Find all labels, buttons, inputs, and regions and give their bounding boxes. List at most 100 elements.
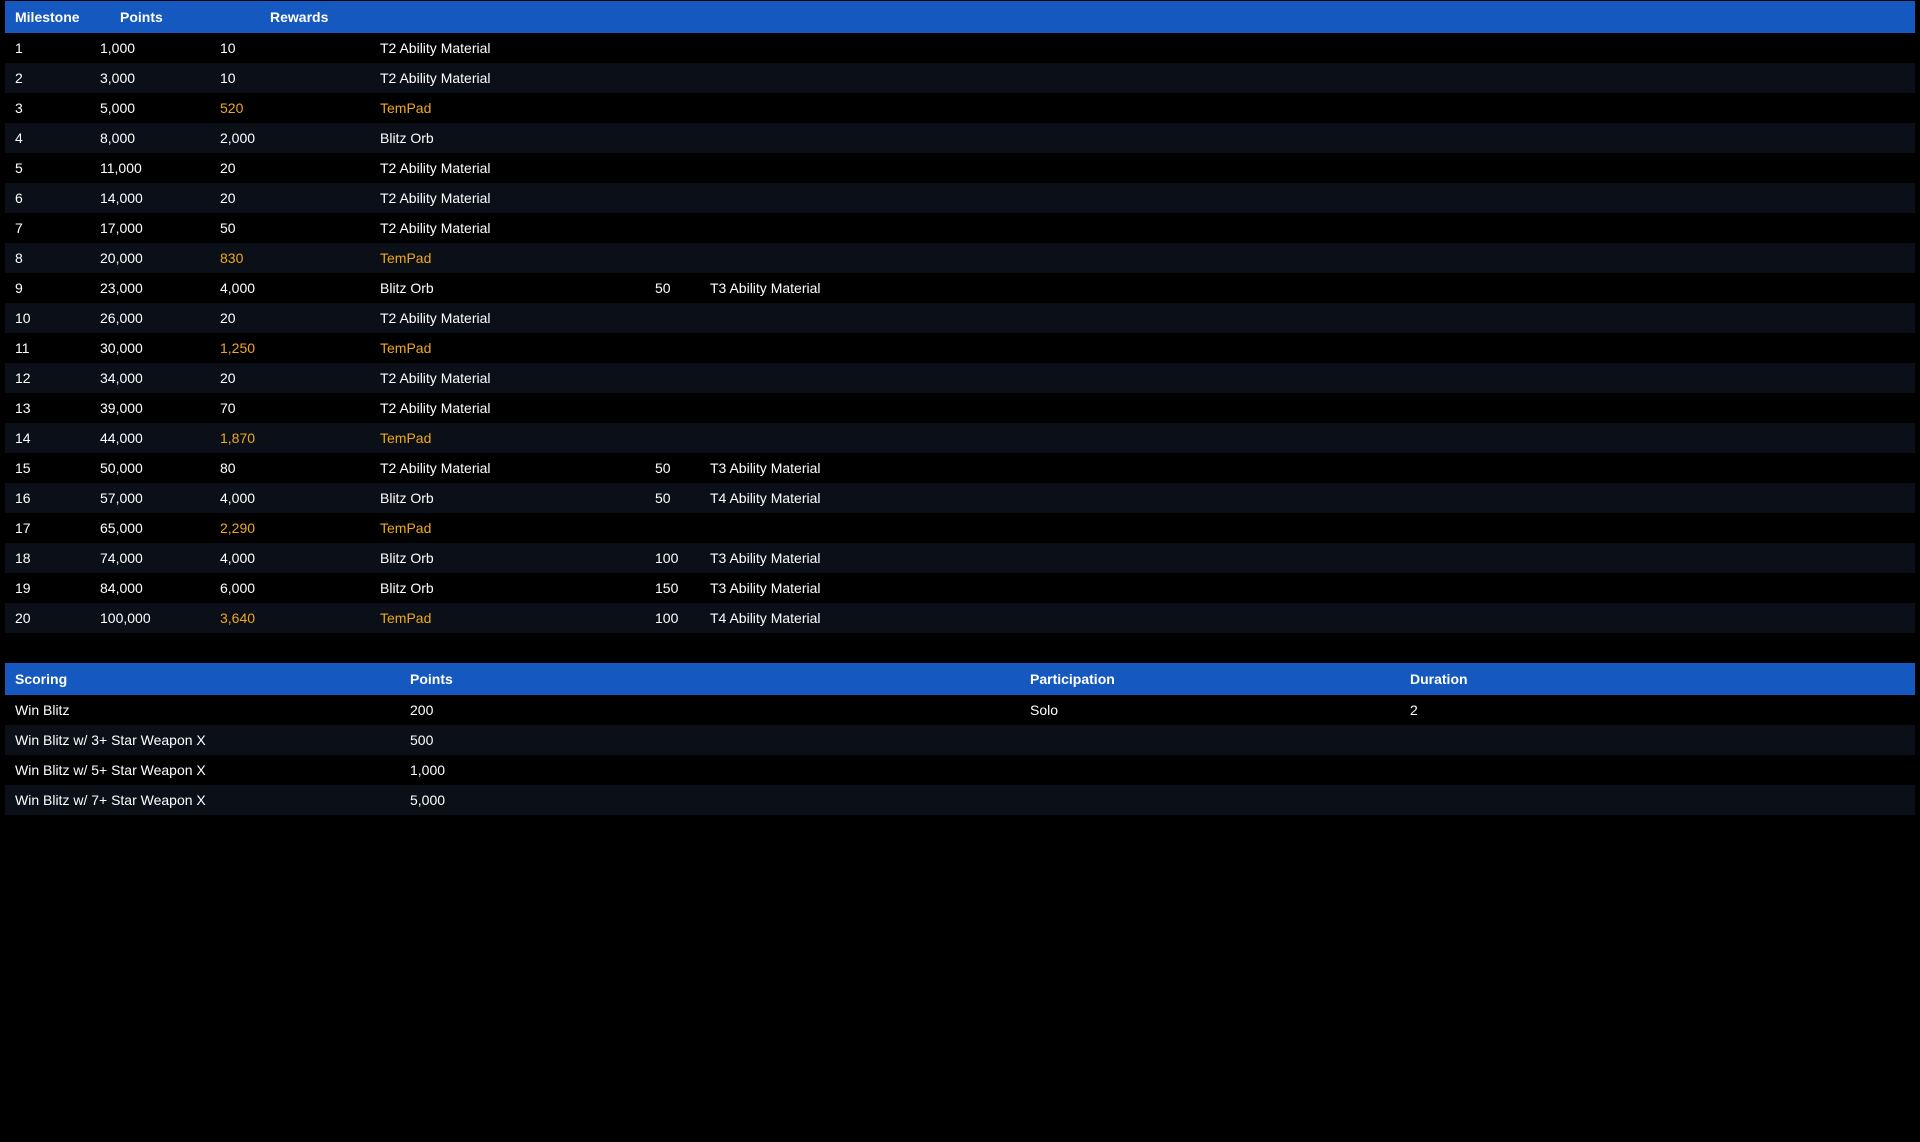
- reward-qty-cell: 6,000: [210, 573, 370, 603]
- points-cell: 34,000: [90, 363, 210, 393]
- participation-cell: [1020, 755, 1400, 785]
- points-cell: 20,000: [90, 243, 210, 273]
- milestone-table: Milestone Points Rewards 11,00010T2 Abil…: [5, 1, 1915, 633]
- reward2-qty-cell: [645, 63, 700, 93]
- milestone-cell: 6: [5, 183, 90, 213]
- reward-qty-cell: 10: [210, 63, 370, 93]
- reward2-qty-cell: [645, 183, 700, 213]
- reward2-qty-cell: [645, 243, 700, 273]
- milestone-header-row: Milestone Points Rewards: [5, 1, 1915, 33]
- duration-cell: 2: [1400, 695, 1915, 725]
- reward2-name-cell: [700, 123, 1915, 153]
- reward-name-cell: T2 Ability Material: [370, 303, 645, 333]
- milestone-cell: 19: [5, 573, 90, 603]
- reward-qty-cell: 4,000: [210, 543, 370, 573]
- milestone-cell: 5: [5, 153, 90, 183]
- points-cell: 74,000: [90, 543, 210, 573]
- reward2-qty-cell: [645, 333, 700, 363]
- reward-qty-cell: 4,000: [210, 273, 370, 303]
- reward2-qty-cell: 150: [645, 573, 700, 603]
- scoring-table: Scoring Points Participation Duration Wi…: [5, 663, 1915, 815]
- table-row: 511,00020T2 Ability Material: [5, 153, 1915, 183]
- reward2-name-cell: T4 Ability Material: [700, 603, 1915, 633]
- reward2-qty-cell: [645, 213, 700, 243]
- reward2-name-cell: [700, 303, 1915, 333]
- milestone-cell: 12: [5, 363, 90, 393]
- scoring-cell: Win Blitz w/ 5+ Star Weapon X: [5, 755, 400, 785]
- points-cell: 3,000: [90, 63, 210, 93]
- table-gap: [5, 633, 1915, 663]
- reward-qty-cell: 1,250: [210, 333, 370, 363]
- reward2-name-cell: [700, 333, 1915, 363]
- reward-name-cell: Blitz Orb: [370, 573, 645, 603]
- points-cell: 5,000: [90, 93, 210, 123]
- reward-name-cell: Blitz Orb: [370, 123, 645, 153]
- milestone-cell: 4: [5, 123, 90, 153]
- points-cell: 26,000: [90, 303, 210, 333]
- reward-qty-cell: 20: [210, 183, 370, 213]
- participation-cell: Solo: [1020, 695, 1400, 725]
- reward-qty-cell: 70: [210, 393, 370, 423]
- table-row: 820,000830TemPad: [5, 243, 1915, 273]
- reward2-qty-cell: [645, 303, 700, 333]
- reward-name-cell: T2 Ability Material: [370, 153, 645, 183]
- points-cell: 44,000: [90, 423, 210, 453]
- points-cell: 17,000: [90, 213, 210, 243]
- milestone-cell: 16: [5, 483, 90, 513]
- duration-cell: [1400, 785, 1915, 815]
- reward2-qty-cell: 50: [645, 483, 700, 513]
- reward2-name-cell: [700, 513, 1915, 543]
- points-cell: 500: [400, 725, 1020, 755]
- reward2-name-cell: [700, 183, 1915, 213]
- reward2-qty-cell: 50: [645, 453, 700, 483]
- reward-qty-cell: 2,000: [210, 123, 370, 153]
- table-row: 1874,0004,000Blitz Orb100T3 Ability Mate…: [5, 543, 1915, 573]
- table-row: 1130,0001,250TemPad: [5, 333, 1915, 363]
- milestone-cell: 9: [5, 273, 90, 303]
- points-cell: 84,000: [90, 573, 210, 603]
- table-row: 717,00050T2 Ability Material: [5, 213, 1915, 243]
- table-row: 11,00010T2 Ability Material: [5, 33, 1915, 63]
- points-cell: 11,000: [90, 153, 210, 183]
- table-row: Win Blitz200Solo2: [5, 695, 1915, 725]
- table-row: Win Blitz w/ 5+ Star Weapon X1,000: [5, 755, 1915, 785]
- scoring-header-row: Scoring Points Participation Duration: [5, 663, 1915, 695]
- reward-name-cell: TemPad: [370, 603, 645, 633]
- reward-qty-cell: 1,870: [210, 423, 370, 453]
- reward2-name-cell: T4 Ability Material: [700, 483, 1915, 513]
- reward2-name-cell: T3 Ability Material: [700, 453, 1915, 483]
- reward-name-cell: T2 Ability Material: [370, 183, 645, 213]
- reward-qty-cell: 4,000: [210, 483, 370, 513]
- reward-qty-cell: 2,290: [210, 513, 370, 543]
- reward-name-cell: T2 Ability Material: [370, 363, 645, 393]
- milestone-cell: 17: [5, 513, 90, 543]
- table-row: 1657,0004,000Blitz Orb50T4 Ability Mater…: [5, 483, 1915, 513]
- table-row: 1984,0006,000Blitz Orb150T3 Ability Mate…: [5, 573, 1915, 603]
- reward2-qty-cell: 50: [645, 273, 700, 303]
- reward2-qty-cell: [645, 513, 700, 543]
- reward2-qty-cell: [645, 33, 700, 63]
- table-row: 1550,00080T2 Ability Material50T3 Abilit…: [5, 453, 1915, 483]
- reward2-qty-cell: [645, 123, 700, 153]
- header-duration: Duration: [1400, 663, 1915, 695]
- reward2-name-cell: [700, 63, 1915, 93]
- duration-cell: [1400, 755, 1915, 785]
- points-cell: 23,000: [90, 273, 210, 303]
- reward2-name-cell: T3 Ability Material: [700, 273, 1915, 303]
- milestone-cell: 13: [5, 393, 90, 423]
- header-points: Points: [90, 1, 210, 33]
- table-row: 1339,00070T2 Ability Material: [5, 393, 1915, 423]
- duration-cell: [1400, 725, 1915, 755]
- table-row: 614,00020T2 Ability Material: [5, 183, 1915, 213]
- reward-name-cell: T2 Ability Material: [370, 393, 645, 423]
- participation-cell: [1020, 785, 1400, 815]
- table-row: 35,000520TemPad: [5, 93, 1915, 123]
- reward-name-cell: T2 Ability Material: [370, 33, 645, 63]
- reward2-name-cell: [700, 33, 1915, 63]
- reward-name-cell: T2 Ability Material: [370, 213, 645, 243]
- milestone-cell: 10: [5, 303, 90, 333]
- reward2-qty-cell: [645, 153, 700, 183]
- reward-qty-cell: 20: [210, 363, 370, 393]
- points-cell: 200: [400, 695, 1020, 725]
- points-cell: 8,000: [90, 123, 210, 153]
